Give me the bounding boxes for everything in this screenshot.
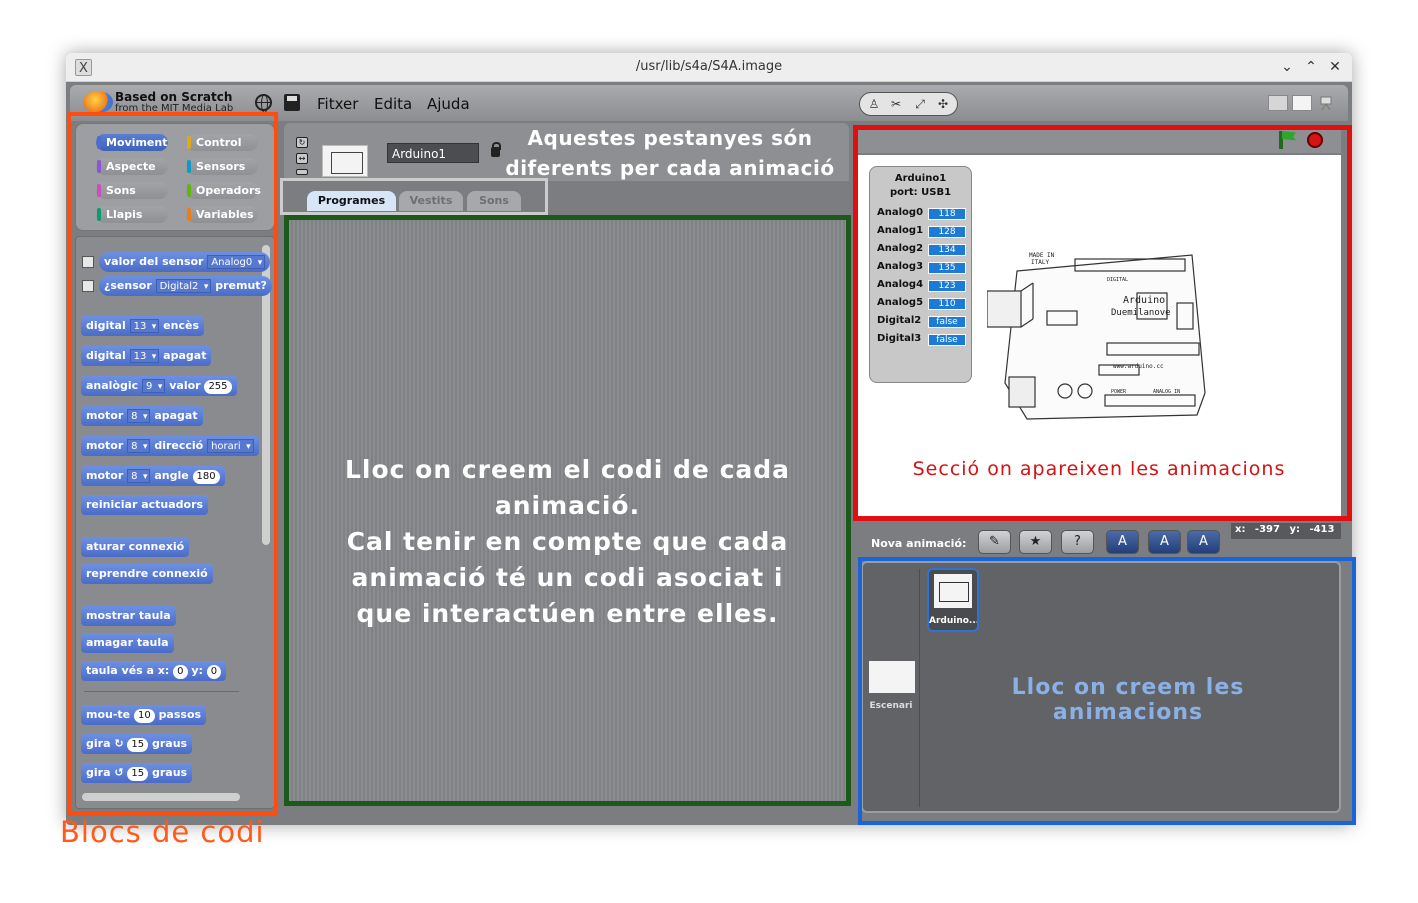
annotation-line: Aquestes pestanyes són — [527, 126, 813, 150]
lock-icon[interactable] — [491, 142, 501, 157]
choose-sprite-file-icon[interactable]: ★ — [1019, 530, 1052, 554]
sprite-thumbnail — [322, 145, 368, 177]
mouse-coordinates: x: -397 y: -413 — [1231, 523, 1341, 539]
minimize-icon[interactable]: ⌄ — [1277, 57, 1297, 77]
blocks-highlight-box — [67, 112, 278, 816]
annotation-line: Cal tenir en compte que cada — [346, 527, 789, 556]
annotation-line: Lloc on creem el codi de cada — [344, 455, 791, 484]
scripts-area[interactable]: Lloc on creem el codi de cada animació. … — [284, 215, 851, 806]
delete-scissors-icon[interactable]: ✂ — [886, 95, 906, 113]
close-icon[interactable]: ✕ — [1325, 57, 1345, 77]
no-rotate-icon[interactable] — [296, 169, 308, 175]
menu-help[interactable]: Ajuda — [427, 95, 470, 113]
language-globe-icon[interactable] — [255, 94, 272, 113]
save-disk-icon[interactable] — [284, 94, 300, 111]
annotation-line: animació té un codi asociat i — [351, 563, 784, 592]
corral-highlight-box — [858, 557, 1356, 825]
paint-new-sprite-icon[interactable]: ✎ — [978, 530, 1011, 554]
blocks-annotation: Blocs de codi — [60, 815, 265, 849]
sprite-tools-group: ♙ ✂ ⤢ ✣ — [859, 92, 958, 116]
shrink-icon[interactable]: ✣ — [933, 95, 953, 113]
presentation-mode-icon[interactable] — [1316, 95, 1336, 111]
duplicate-stamp-icon[interactable]: ♙ — [864, 95, 884, 113]
menu-file[interactable]: Fitxer — [317, 95, 358, 113]
edit-arduino-sprite-icon[interactable]: A — [1148, 530, 1181, 554]
mouse-y: y: -413 — [1289, 524, 1335, 535]
flip-style-icon[interactable]: ↔ — [296, 153, 308, 164]
scripts-annotation: Lloc on creem el codi de cada animació. … — [289, 452, 846, 632]
screenshot: X /usr/lib/s4a/S4A.image ⌄ ⌃ ✕ Based on … — [0, 0, 1418, 903]
maximize-icon[interactable]: ⌃ — [1301, 57, 1321, 77]
mouse-x: x: -397 — [1235, 524, 1280, 535]
new-arduino-sprite-icon[interactable]: A — [1106, 530, 1139, 554]
normal-stage-icon[interactable] — [1292, 95, 1312, 111]
window-title: /usr/lib/s4a/S4A.image — [635, 59, 783, 74]
random-sprite-icon[interactable]: ? — [1061, 530, 1094, 554]
window-titlebar: X /usr/lib/s4a/S4A.image ⌄ ⌃ ✕ — [66, 53, 1352, 82]
annotation-line: diferents per cada animació — [505, 156, 835, 180]
sprite-name-field[interactable]: Arduino1 — [387, 143, 479, 163]
scratch-logo-icon[interactable] — [83, 91, 113, 113]
small-stage-icon[interactable] — [1268, 95, 1288, 111]
rotate-style-icon[interactable]: ↻ — [296, 137, 308, 148]
annotation-line: animació. — [494, 491, 641, 520]
tabs-highlight-box — [280, 178, 548, 215]
annotation-line: que interactúen entre elles. — [356, 599, 779, 628]
tabs-annotation: Aquestes pestanyes són diferents per cad… — [500, 123, 840, 183]
grow-icon[interactable]: ⤢ — [910, 95, 930, 113]
open-arduino-sprite-icon[interactable]: A — [1187, 530, 1220, 554]
stage-highlight-box — [853, 125, 1352, 521]
menu-edit[interactable]: Edita — [374, 95, 412, 113]
brand-title: Based on Scratch — [115, 90, 233, 104]
new-sprite-label: Nova animació: — [871, 537, 967, 550]
